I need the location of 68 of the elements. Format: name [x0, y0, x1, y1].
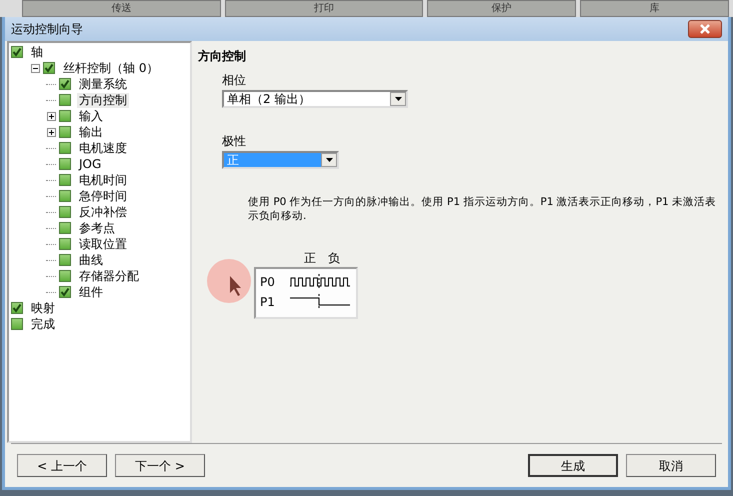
tree-item[interactable]: 丝杆控制（轴 0）	[61, 60, 160, 76]
field-label: 相位	[222, 72, 246, 89]
dropdown[interactable]: 单相（2 输出）	[222, 90, 408, 108]
tab[interactable]: 打印	[224, 0, 424, 17]
window-title: 运动控制向导	[11, 21, 83, 38]
tree-item[interactable]: JOG	[77, 156, 104, 172]
tree-item[interactable]: 输出	[77, 124, 105, 140]
wizard-button[interactable]: < 上一个	[17, 454, 107, 477]
checkbox[interactable]	[59, 254, 71, 266]
signal-label: P0	[260, 274, 276, 291]
tree-item[interactable]: 组件	[77, 284, 105, 300]
check-icon	[12, 303, 22, 313]
check-icon	[12, 47, 22, 57]
expand-toggle[interactable]	[46, 128, 56, 136]
tree-item[interactable]: 方向控制	[77, 92, 129, 108]
field-label: 极性	[222, 133, 246, 150]
check-icon	[60, 287, 70, 297]
pulse-waveform	[290, 274, 350, 290]
tree-item[interactable]: 存储器分配	[77, 268, 141, 284]
checkbox[interactable]	[59, 222, 71, 234]
section-heading: 方向控制	[198, 48, 247, 65]
tree-item[interactable]: 参考点	[77, 220, 117, 236]
checkbox[interactable]	[59, 158, 71, 170]
checkbox[interactable]	[11, 318, 23, 330]
expand-toggle[interactable]	[30, 64, 40, 72]
checkbox[interactable]	[59, 270, 71, 282]
checkbox[interactable]	[11, 46, 23, 58]
tree-item[interactable]: 完成	[29, 316, 57, 332]
wizard-button[interactable]: 下一个 >	[115, 454, 205, 477]
direction-label: 正	[304, 250, 316, 267]
direction-label: 负	[328, 250, 340, 267]
tree-item[interactable]: 读取位置	[77, 236, 129, 252]
checkbox[interactable]	[59, 126, 71, 138]
tab[interactable]: 保护	[427, 0, 576, 17]
signal-label: P1	[260, 294, 276, 311]
step-waveform	[290, 294, 350, 310]
tree-item[interactable]: 输入	[77, 108, 105, 124]
checkbox[interactable]	[59, 94, 71, 106]
checkbox[interactable]	[59, 286, 71, 298]
expand-toggle[interactable]	[46, 112, 56, 120]
checkbox[interactable]	[59, 78, 71, 90]
checkbox[interactable]	[43, 62, 55, 74]
tree-item[interactable]: 轴	[29, 44, 45, 60]
tree-item[interactable]: 急停时间	[77, 188, 129, 204]
tree-item[interactable]: 测量系统	[77, 76, 129, 92]
caret-icon	[394, 97, 402, 101]
tree-item[interactable]: 映射	[29, 300, 57, 316]
checkbox[interactable]	[59, 142, 71, 154]
checkbox[interactable]	[59, 174, 71, 186]
description-text: 使用 P0 作为任一方向的脉冲输出。使用 P1 指示运动方向。P1 激活表示正向移动，P1 未激活表示负向移动.	[248, 195, 718, 223]
checkbox[interactable]	[59, 206, 71, 218]
wizard-button[interactable]: 生成	[528, 454, 618, 477]
plus-icon	[48, 128, 54, 136]
close-button[interactable]	[688, 20, 722, 38]
wizard-button[interactable]: 取消	[626, 454, 716, 477]
caret-icon	[326, 158, 332, 162]
tree-item[interactable]: 反冲补偿	[77, 204, 129, 220]
tree-item[interactable]: 曲线	[77, 252, 105, 268]
tab[interactable]: 库	[580, 0, 729, 17]
checkbox[interactable]	[59, 110, 71, 122]
checkbox[interactable]	[59, 190, 71, 202]
close-icon	[699, 24, 711, 34]
tab[interactable]: 传送	[22, 0, 221, 17]
checkbox[interactable]	[11, 302, 23, 314]
tree-item[interactable]: 电机时间	[77, 172, 129, 188]
plus-icon	[48, 112, 54, 120]
checkbox[interactable]	[59, 238, 71, 250]
tree-item[interactable]: 电机速度	[77, 140, 129, 156]
